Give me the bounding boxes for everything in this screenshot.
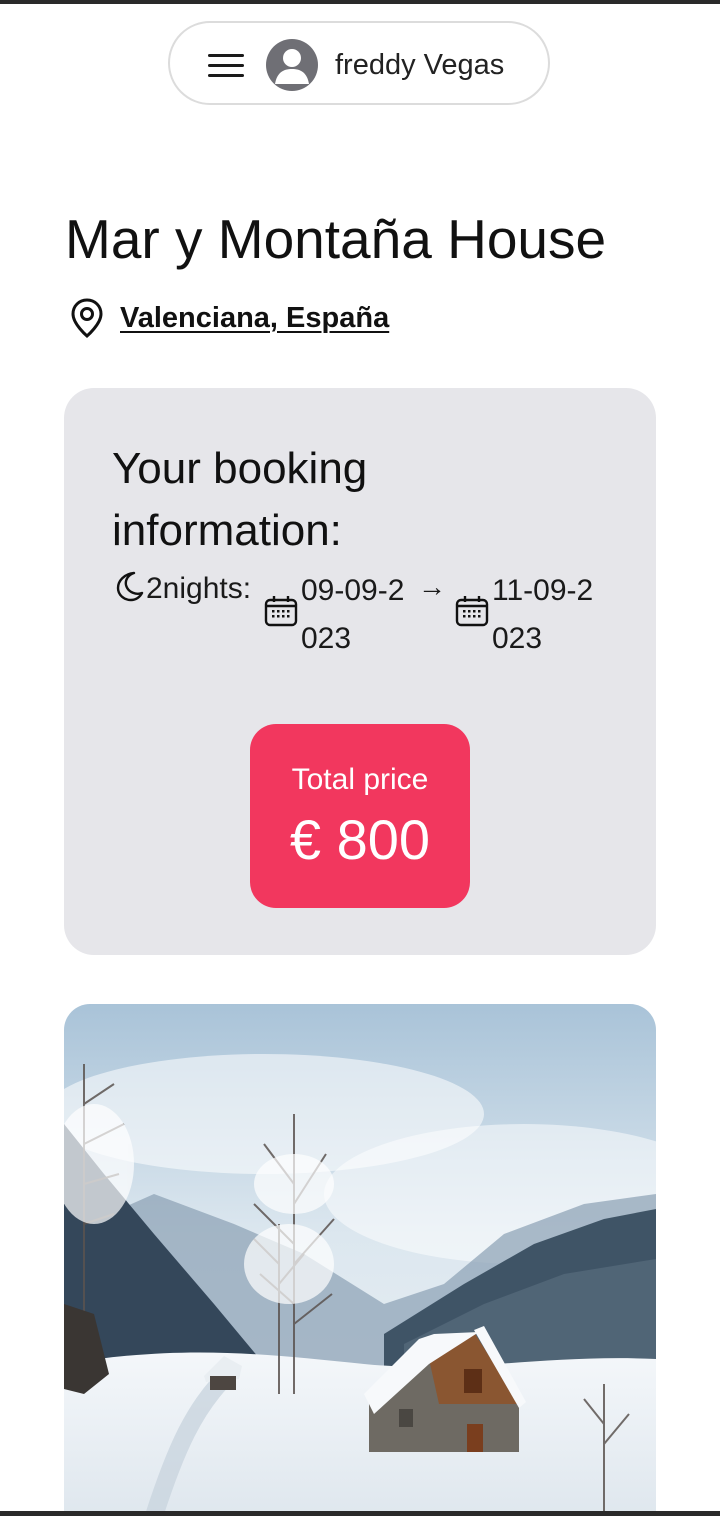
moon-icon [116, 571, 144, 602]
check-out-date: 11-09-2023 [492, 574, 594, 655]
user-menu-button[interactable]: freddy Vegas [168, 21, 550, 105]
booking-info-card: Your booking information: 2nights: 09-09… [64, 388, 656, 955]
location-link[interactable]: Valenciana, España [120, 302, 389, 335]
user-name: freddy Vegas [335, 49, 505, 81]
total-price-label: Total price [291, 763, 429, 796]
check-in-date: 09-09-2023 [301, 574, 405, 655]
top-status-edge [0, 0, 720, 4]
user-avatar-icon [266, 39, 318, 91]
calendar-icon [264, 596, 298, 627]
date-arrow: → [418, 571, 446, 602]
bottom-navigation-edge [0, 1511, 720, 1516]
stay-dates-row: 2nights: 09-09-2023 → 11-09-2023 [112, 565, 632, 661]
map-pin-icon [71, 298, 103, 338]
location-row: Valenciana, España [70, 296, 389, 340]
page-title: Mar y Montaña House [65, 208, 607, 270]
total-price-value: € 800 [289, 808, 431, 871]
total-price-box: Total price € 800 [250, 724, 470, 908]
nights-count: 2nights: [146, 572, 252, 605]
hamburger-menu-icon[interactable] [208, 54, 244, 77]
booking-heading: Your booking information: [112, 444, 368, 555]
calendar-icon [455, 596, 489, 627]
house-photo [64, 1004, 656, 1516]
